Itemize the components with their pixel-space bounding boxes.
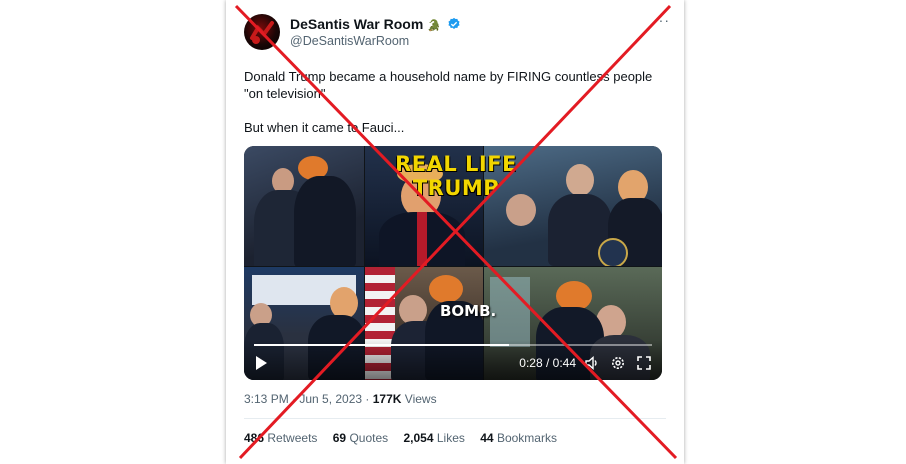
volume-icon[interactable] (584, 355, 600, 371)
views-label: Views (404, 392, 437, 406)
display-name-text: DeSantis War Room (290, 16, 424, 32)
video-controls: 0:28 / 0:44 (244, 340, 662, 380)
engagement-stats: 486 Retweets 69 Quotes 2,054 Likes 44 Bo… (244, 431, 569, 445)
play-icon[interactable] (252, 354, 270, 372)
stat-bookmarks-count: 44 (480, 431, 494, 445)
tweet-text: Donald Trump became a household name by … (244, 68, 664, 153)
stat-likes[interactable]: 2,054 Likes (404, 431, 465, 445)
more-icon[interactable]: ··· (653, 12, 670, 28)
stat-bookmarks[interactable]: 44 Bookmarks (480, 431, 557, 445)
views-count: 177K (372, 392, 402, 406)
stat-quotes-count: 69 (332, 431, 347, 445)
stat-quotes-label: Quotes (349, 431, 389, 445)
stat-likes-count: 2,054 (403, 431, 434, 445)
avatar[interactable] (244, 14, 280, 50)
video-progress-fill (254, 344, 509, 346)
stat-retweets-label: Retweets (267, 431, 318, 445)
stat-bookmarks-label: Bookmarks (496, 431, 557, 445)
stat-quotes[interactable]: 69 Quotes (333, 431, 388, 445)
divider (244, 418, 666, 419)
video-overlay-caption: BOMB. (440, 302, 497, 320)
stat-likes-label: Likes (436, 431, 465, 445)
tweet-text-line-2: But when it came to Fauci... (244, 120, 405, 135)
tweet-text-line-1: Donald Trump became a household name by … (244, 69, 653, 101)
fullscreen-icon[interactable] (636, 355, 652, 371)
settings-icon[interactable] (610, 355, 626, 371)
stat-retweets[interactable]: 486 Retweets (244, 431, 317, 445)
handle[interactable]: @DeSantisWarRoom (290, 34, 409, 48)
video-overlay-title: REAL LIFE TRUMP (395, 152, 517, 200)
alligator-emoji: 🐊 (427, 20, 441, 32)
video-progress-bar[interactable] (254, 344, 652, 346)
video-player[interactable]: REAL LIFE TRUMP BOMB. 0:28 / 0:44 (244, 146, 662, 380)
video-time: 0:28 / 0:44 (519, 356, 576, 370)
verified-badge-icon (448, 17, 460, 29)
avatar-logo-icon (250, 21, 274, 44)
video-frame-hug (244, 146, 364, 266)
display-name[interactable]: DeSantis War Room 🐊 (290, 16, 461, 32)
timestamp[interactable]: 3:13 PM · Jun 5, 2023 · (244, 392, 373, 406)
stat-retweets-count: 486 (244, 431, 265, 445)
tweet-card: DeSantis War Room 🐊 @DeSantisWarRoom ···… (226, 0, 684, 464)
tweet-meta: 3:13 PM · Jun 5, 2023 · 177K Views (244, 392, 437, 406)
